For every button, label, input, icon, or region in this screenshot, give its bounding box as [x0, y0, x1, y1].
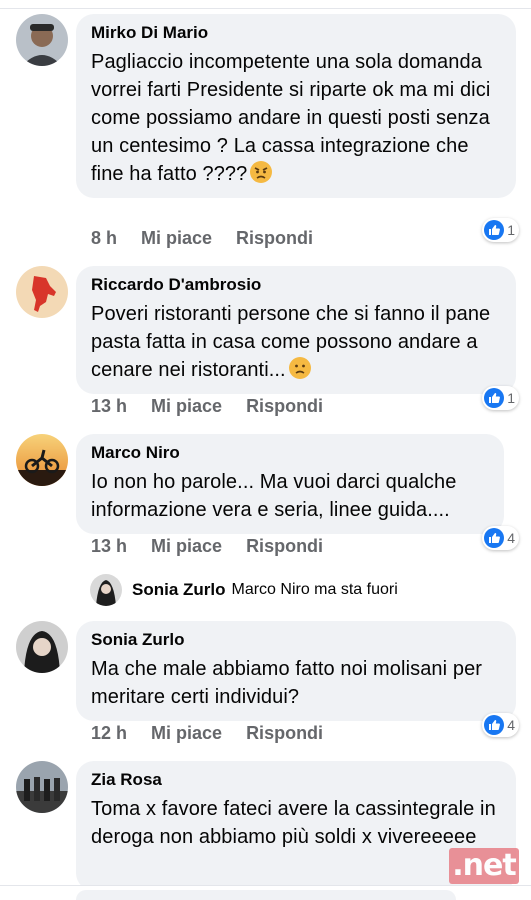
like-button[interactable]: Mi piace [151, 396, 222, 417]
comment-timestamp[interactable]: 13 h [91, 536, 127, 557]
avatar[interactable] [16, 434, 68, 486]
reply-author[interactable]: Sonia Zurlo [132, 580, 226, 600]
reply-button[interactable]: Rispondi [236, 228, 313, 249]
comment-composer-bar [0, 885, 531, 900]
worried-face-icon [288, 357, 311, 379]
comment-author[interactable]: Mirko Di Mario [91, 22, 501, 44]
comment-text: Io non ho parole... Ma vuoi darci qualch… [91, 471, 457, 521]
comment-actions: 12 h Mi piace Rispondi [91, 723, 323, 744]
comment-actions: 8 h Mi piace Rispondi [91, 228, 313, 249]
like-button[interactable]: Mi piace [151, 723, 222, 744]
comment-timestamp[interactable]: 8 h [91, 228, 117, 249]
like-reaction-icon [484, 220, 505, 240]
avatar[interactable] [16, 14, 68, 66]
reaction-badge[interactable]: 4 [482, 713, 519, 737]
reaction-count: 4 [507, 530, 515, 546]
reply-text: Marco Niro ma sta fuori [231, 581, 398, 598]
comment-timestamp[interactable]: 12 h [91, 723, 127, 744]
comment-bubble: Riccardo D'ambrosio Poveri ristoranti pe… [76, 266, 516, 394]
reply-button[interactable]: Rispondi [246, 396, 323, 417]
like-button[interactable]: Mi piace [141, 228, 212, 249]
comment-input[interactable] [76, 890, 456, 900]
comment-author[interactable]: Sonia Zurlo [91, 629, 501, 651]
avatar[interactable] [16, 761, 68, 813]
avatar[interactable] [16, 266, 68, 318]
comment-actions: 13 h Mi piace Rispondi [91, 536, 323, 557]
comment-text: Poveri ristoranti persone che si fanno i… [91, 303, 491, 381]
reaction-count: 1 [507, 222, 515, 238]
watermark-logo: .net [449, 848, 519, 884]
reaction-count: 4 [507, 717, 515, 733]
comment-text: Pagliaccio incompetente una sola domanda… [91, 51, 491, 185]
reply-button[interactable]: Rispondi [246, 536, 323, 557]
comment-author[interactable]: Marco Niro [91, 442, 489, 464]
avatar[interactable] [90, 574, 122, 606]
comment-bubble: Mirko Di Mario Pagliaccio incompetente u… [76, 14, 516, 198]
comment-actions: 13 h Mi piace Rispondi [91, 396, 323, 417]
reaction-badge[interactable]: 1 [482, 386, 519, 410]
angry-face-icon [250, 161, 273, 183]
like-reaction-icon [484, 528, 505, 548]
comment-author[interactable]: Riccardo D'ambrosio [91, 274, 501, 296]
like-reaction-icon [484, 715, 505, 735]
comment-text: Ma che male abbiamo fatto noi molisani p… [91, 658, 483, 708]
reply-preview[interactable]: Sonia Zurlo Marco Niro ma sta fuori [90, 574, 398, 606]
reply-button[interactable]: Rispondi [246, 723, 323, 744]
comment-bubble: Sonia Zurlo Ma che male abbiamo fatto no… [76, 621, 516, 721]
like-button[interactable]: Mi piace [151, 536, 222, 557]
comment-timestamp[interactable]: 13 h [91, 396, 127, 417]
reaction-badge[interactable]: 4 [482, 526, 519, 550]
comment-text: Toma x favore fateci avere la cassintegr… [91, 798, 496, 848]
reaction-count: 1 [507, 390, 515, 406]
avatar[interactable] [16, 621, 68, 673]
comment-bubble: Marco Niro Io non ho parole... Ma vuoi d… [76, 434, 504, 534]
top-divider [0, 8, 531, 9]
comment-author[interactable]: Zia Rosa [91, 769, 501, 791]
reaction-badge[interactable]: 1 [482, 218, 519, 242]
like-reaction-icon [484, 388, 505, 408]
